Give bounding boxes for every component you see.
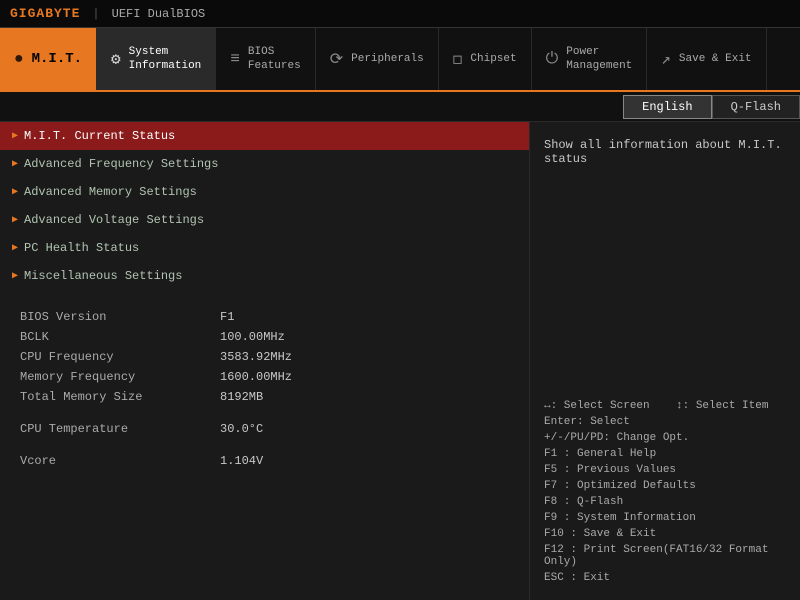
menu-item-advanced-memory[interactable]: ▶ Advanced Memory Settings (0, 178, 529, 206)
bios-version-value: F1 (220, 310, 234, 324)
system-icon: ⚙ (111, 49, 121, 69)
cpu-freq-row: CPU Frequency 3583.92MHz (20, 350, 509, 364)
menu-item-advanced-frequency[interactable]: ▶ Advanced Frequency Settings (0, 150, 529, 178)
tab-mit[interactable]: ● M.I.T. (0, 28, 97, 90)
help-key-esc: ESC : Exit (544, 572, 786, 584)
menu-item-pc-health[interactable]: ▶ PC Health Status (0, 234, 529, 262)
memory-freq-row: Memory Frequency 1600.00MHz (20, 370, 509, 384)
menu-label: M.I.T. Current Status (24, 129, 175, 143)
bclk-row: BCLK 100.00MHz (20, 330, 509, 344)
vcore-row: Vcore 1.104V (20, 454, 509, 468)
menu-item-mit-current-status[interactable]: ▶ M.I.T. Current Status (0, 122, 529, 150)
tab-system-information[interactable]: ⚙ System Information (97, 28, 216, 90)
cpu-temp-value: 30.0°C (220, 422, 263, 436)
help-key-change-opt: +/-/PU/PD: Change Opt. (544, 432, 786, 444)
arrow-icon: ▶ (12, 186, 18, 198)
hint-text: Show all information about M.I.T. status (544, 138, 786, 166)
total-memory-label: Total Memory Size (20, 390, 220, 404)
main-content: ▶ M.I.T. Current Status ▶ Advanced Frequ… (0, 122, 800, 600)
arrow-icon: ▶ (12, 270, 18, 282)
total-memory-row: Total Memory Size 8192MB (20, 390, 509, 404)
tab-power-label: Power Management (566, 45, 632, 74)
menu-label: Advanced Frequency Settings (24, 157, 218, 171)
tab-save-label: Save & Exit (679, 52, 752, 66)
menu-item-miscellaneous[interactable]: ▶ Miscellaneous Settings (0, 262, 529, 290)
tab-chipset[interactable]: ◻ Chipset (439, 28, 532, 90)
help-key-f9: F9 : System Information (544, 512, 786, 524)
help-key-f12: F12 : Print Screen(FAT16/32 Format Only) (544, 544, 786, 568)
subtitle: UEFI DualBIOS (112, 7, 206, 21)
menu-label: Advanced Voltage Settings (24, 213, 204, 227)
bclk-label: BCLK (20, 330, 220, 344)
titlebar: GIGABYTE | UEFI DualBIOS (0, 0, 800, 28)
help-key-enter: Enter: Select (544, 416, 786, 428)
help-key-f10: F10 : Save & Exit (544, 528, 786, 540)
help-key-f7: F7 : Optimized Defaults (544, 480, 786, 492)
cpu-temp-row: CPU Temperature 30.0°C (20, 422, 509, 436)
save-icon: ↗ (661, 49, 671, 69)
peripherals-icon: ⟳ (330, 49, 343, 69)
menu-item-advanced-voltage[interactable]: ▶ Advanced Voltage Settings (0, 206, 529, 234)
right-panel: Show all information about M.I.T. status… (530, 122, 800, 600)
vcore-label: Vcore (20, 454, 220, 468)
memory-freq-label: Memory Frequency (20, 370, 220, 384)
help-keys: ↔: Select Screen ↕: Select Item Enter: S… (544, 400, 786, 584)
cpu-freq-value: 3583.92MHz (220, 350, 292, 364)
language-bar: English Q-Flash (0, 92, 800, 122)
tab-power-management[interactable]: ⏻ Power Management (532, 28, 648, 90)
arrow-icon: ▶ (12, 130, 18, 142)
power-icon: ⏻ (546, 50, 559, 68)
total-memory-value: 8192MB (220, 390, 263, 404)
menu-label: Miscellaneous Settings (24, 269, 182, 283)
divider: | (92, 7, 99, 21)
menu-label: PC Health Status (24, 241, 139, 255)
bios-version-label: BIOS Version (20, 310, 220, 324)
help-key-f5: F5 : Previous Values (544, 464, 786, 476)
tab-system-label: System Information (129, 45, 202, 74)
tab-chipset-label: Chipset (470, 52, 516, 66)
arrow-icon: ▶ (12, 158, 18, 170)
tab-save-exit[interactable]: ↗ Save & Exit (647, 28, 766, 90)
arrow-icon: ▶ (12, 242, 18, 254)
arrow-icon: ▶ (12, 214, 18, 226)
info-section: BIOS Version F1 BCLK 100.00MHz CPU Frequ… (0, 290, 529, 484)
tab-peripherals[interactable]: ⟳ Peripherals (316, 28, 439, 90)
english-button[interactable]: English (623, 95, 711, 119)
vcore-value: 1.104V (220, 454, 263, 468)
memory-freq-value: 1600.00MHz (220, 370, 292, 384)
chipset-icon: ◻ (453, 49, 463, 69)
tab-peripherals-label: Peripherals (351, 52, 424, 66)
help-key-f1: F1 : General Help (544, 448, 786, 460)
bios-icon: ≡ (230, 50, 240, 68)
qflash-button[interactable]: Q-Flash (712, 95, 800, 119)
left-panel: ▶ M.I.T. Current Status ▶ Advanced Frequ… (0, 122, 530, 600)
tab-mit-label: M.I.T. (32, 50, 82, 68)
bios-version-row: BIOS Version F1 (20, 310, 509, 324)
tab-bios-label: BIOS Features (248, 45, 301, 74)
tab-bios-features[interactable]: ≡ BIOS Features (216, 28, 315, 90)
bclk-value: 100.00MHz (220, 330, 285, 344)
help-key-f8: F8 : Q-Flash (544, 496, 786, 508)
help-key-select-screen: ↔: Select Screen ↕: Select Item (544, 400, 786, 412)
tab-bar: ● M.I.T. ⚙ System Information ≡ BIOS Fea… (0, 28, 800, 92)
mit-icon: ● (14, 50, 24, 68)
cpu-temp-label: CPU Temperature (20, 422, 220, 436)
cpu-freq-label: CPU Frequency (20, 350, 220, 364)
brand-logo: GIGABYTE (10, 6, 80, 21)
menu-label: Advanced Memory Settings (24, 185, 197, 199)
